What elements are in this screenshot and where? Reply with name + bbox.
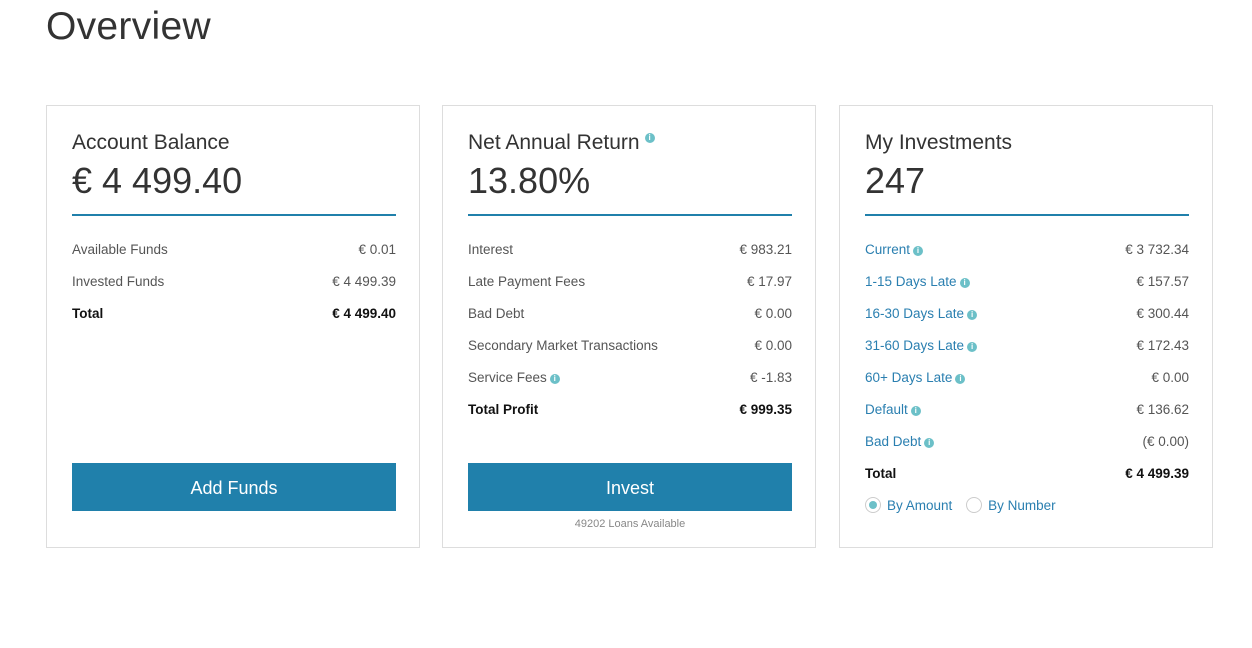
info-icon[interactable]: i: [913, 246, 924, 256]
row-label[interactable]: 60+ Days Late: [865, 370, 952, 385]
row-label-wrap: Default i: [865, 400, 921, 420]
row-60-plus-days-late[interactable]: 60+ Days Late i € 0.00: [865, 368, 1189, 400]
row-current[interactable]: Current i € 3 732.34: [865, 240, 1189, 272]
card-divider: [72, 214, 396, 216]
row-total: Total € 4 499.40: [72, 304, 396, 336]
row-label: Secondary Market Transactions: [468, 338, 658, 353]
row-available-funds: Available Funds € 0.01: [72, 240, 396, 272]
row-value: € 136.62: [1136, 402, 1189, 417]
row-value: € 0.01: [358, 242, 396, 257]
radio-label[interactable]: By Amount: [887, 498, 952, 513]
account-balance-heading: Account Balance: [72, 131, 230, 154]
card-divider: [468, 214, 792, 216]
row-bad-debt[interactable]: Bad Debt i (€ 0.00): [865, 432, 1189, 464]
row-value: € 983.21: [739, 242, 792, 257]
row-label: Service Fees: [468, 370, 547, 385]
info-icon[interactable]: i: [967, 310, 978, 320]
net-annual-return-card: Net Annual Return i 13.80% Interest € 983…: [442, 105, 816, 548]
row-16-30-days-late[interactable]: 16-30 Days Late i € 300.44: [865, 304, 1189, 336]
view-option-radio-group: By Amount By Number: [865, 496, 1066, 516]
row-label-wrap: 31-60 Days Late i: [865, 336, 978, 356]
row-value: € 157.57: [1136, 274, 1189, 289]
info-icon[interactable]: i: [549, 374, 560, 384]
row-label: Bad Debt: [468, 306, 525, 321]
overview-page: Overview Account Balance € 4 499.40 Avai…: [0, 0, 1252, 648]
row-value: € 3 732.34: [1125, 242, 1189, 257]
row-value: € 4 499.39: [332, 274, 396, 289]
total-value: € 4 499.40: [332, 306, 396, 321]
my-investments-card: My Investments 247 Current i € 3 732.34 1…: [839, 105, 1213, 548]
row-label[interactable]: Current: [865, 242, 910, 257]
page-title: Overview: [46, 5, 211, 48]
row-value: € 172.43: [1136, 338, 1189, 353]
row-label-wrap: Current i: [865, 240, 924, 260]
loans-available-text: 49202 Loans Available: [574, 518, 686, 530]
row-invested-funds: Invested Funds € 4 499.39: [72, 272, 396, 304]
net-annual-return-rows: Interest € 983.21 Late Payment Fees € 17…: [468, 240, 792, 432]
radio-by-amount[interactable]: By Amount: [865, 496, 952, 516]
radio-unchecked-icon[interactable]: [966, 497, 983, 513]
my-investments-value: 247: [865, 160, 926, 201]
total-value: € 999.35: [739, 402, 792, 417]
info-icon[interactable]: i: [910, 406, 921, 416]
row-label: Available Funds: [72, 242, 168, 257]
row-label: Interest: [468, 242, 514, 257]
info-icon[interactable]: i: [924, 438, 935, 448]
row-service-fees: Service Fees i € -1.83: [468, 368, 792, 400]
radio-by-number[interactable]: By Number: [966, 496, 1056, 516]
row-label[interactable]: 31-60 Days Late: [865, 338, 964, 353]
row-label-wrap: 16-30 Days Late i: [865, 304, 978, 324]
row-interest: Interest € 983.21: [468, 240, 792, 272]
row-label[interactable]: Default: [865, 402, 908, 417]
info-icon[interactable]: i: [644, 133, 655, 143]
account-balance-rows: Available Funds € 0.01 Invested Funds € …: [72, 240, 396, 336]
row-31-60-days-late[interactable]: 31-60 Days Late i € 172.43: [865, 336, 1189, 368]
radio-label[interactable]: By Number: [988, 498, 1056, 513]
total-label: Total: [865, 466, 897, 481]
row-1-15-days-late[interactable]: 1-15 Days Late i € 157.57: [865, 272, 1189, 304]
my-investments-heading: My Investments: [865, 131, 1013, 154]
account-balance-card: Account Balance € 4 499.40 Available Fun…: [46, 105, 420, 548]
row-label[interactable]: 1-15 Days Late: [865, 274, 957, 289]
row-value: € 0.00: [754, 338, 792, 353]
row-label-wrap: Service Fees i: [468, 368, 560, 388]
row-label: Invested Funds: [72, 274, 165, 289]
row-label-wrap: Bad Debt i: [865, 432, 935, 452]
info-icon[interactable]: i: [959, 278, 970, 288]
row-default[interactable]: Default i € 136.62: [865, 400, 1189, 432]
row-late-payment-fees: Late Payment Fees € 17.97: [468, 272, 792, 304]
row-label: Late Payment Fees: [468, 274, 586, 289]
row-total-profit: Total Profit € 999.35: [468, 400, 792, 432]
radio-checked-icon[interactable]: [865, 497, 881, 513]
row-label-wrap: 1-15 Days Late i: [865, 272, 970, 292]
my-investments-rows: Current i € 3 732.34 1-15 Days Late i € 15…: [865, 240, 1189, 496]
card-divider: [865, 214, 1189, 216]
row-value: (€ 0.00): [1142, 434, 1189, 449]
total-value: € 4 499.39: [1125, 466, 1189, 481]
row-value: € -1.83: [749, 370, 792, 385]
row-label[interactable]: Bad Debt: [865, 434, 921, 449]
total-label: Total: [72, 306, 104, 321]
net-annual-return-value: 13.80%: [468, 160, 591, 201]
row-value: € 17.97: [746, 274, 792, 289]
row-value: € 300.44: [1136, 306, 1189, 321]
row-secondary-market-transactions: Secondary Market Transactions € 0.00: [468, 336, 792, 368]
net-annual-return-heading-wrap: Net Annual Return i: [468, 130, 655, 156]
account-balance-value: € 4 499.40: [72, 160, 243, 201]
row-bad-debt: Bad Debt € 0.00: [468, 304, 792, 336]
info-icon[interactable]: i: [967, 342, 978, 352]
info-icon[interactable]: i: [955, 374, 966, 384]
net-annual-return-heading: Net Annual Return: [468, 131, 640, 154]
invest-button[interactable]: Invest: [468, 463, 792, 511]
add-funds-button[interactable]: Add Funds: [72, 463, 396, 511]
row-label[interactable]: 16-30 Days Late: [865, 306, 964, 321]
row-label-wrap: 60+ Days Late i: [865, 368, 966, 388]
row-total: Total € 4 499.39: [865, 464, 1189, 496]
total-label: Total Profit: [468, 402, 539, 417]
row-value: € 0.00: [754, 306, 792, 321]
row-value: € 0.00: [1151, 370, 1189, 385]
